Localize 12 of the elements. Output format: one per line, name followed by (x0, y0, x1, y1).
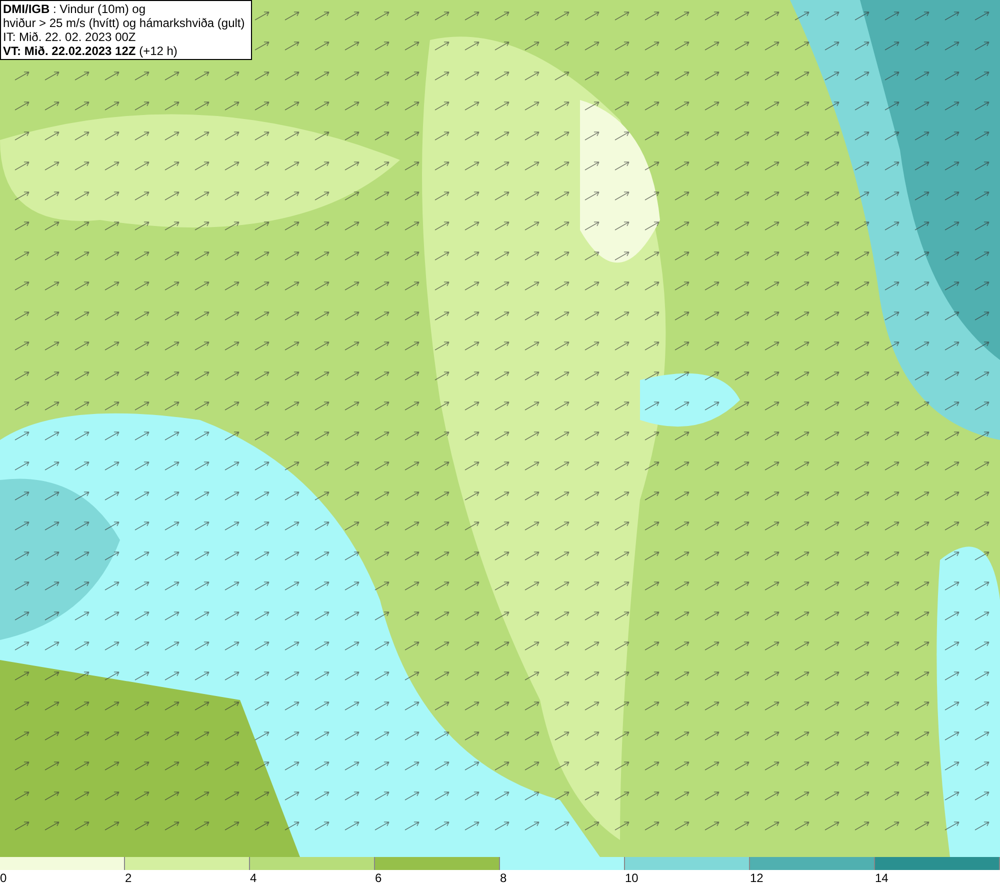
legend-label: 4 (250, 870, 257, 887)
legend-label: 8 (500, 870, 507, 887)
legend-label: 6 (375, 870, 382, 887)
header-text: VT: Mið. 22.02.2023 12Z (+12 h) (3, 44, 178, 58)
legend-label: 2 (125, 870, 132, 887)
legend-label: 12 (750, 870, 764, 887)
header-text: DMI/IGB : Vindur (10m) og (3, 2, 146, 16)
legend-label: 0 (0, 870, 7, 887)
legend-label: 10 (625, 870, 638, 887)
header-text: hviður > 25 m/s (hvítt) og hámarkshviða (gult) (3, 16, 245, 30)
legend-label: 14 (875, 870, 888, 887)
header-text: IT: Mið. 22. 02. 2023 00Z (3, 30, 137, 44)
